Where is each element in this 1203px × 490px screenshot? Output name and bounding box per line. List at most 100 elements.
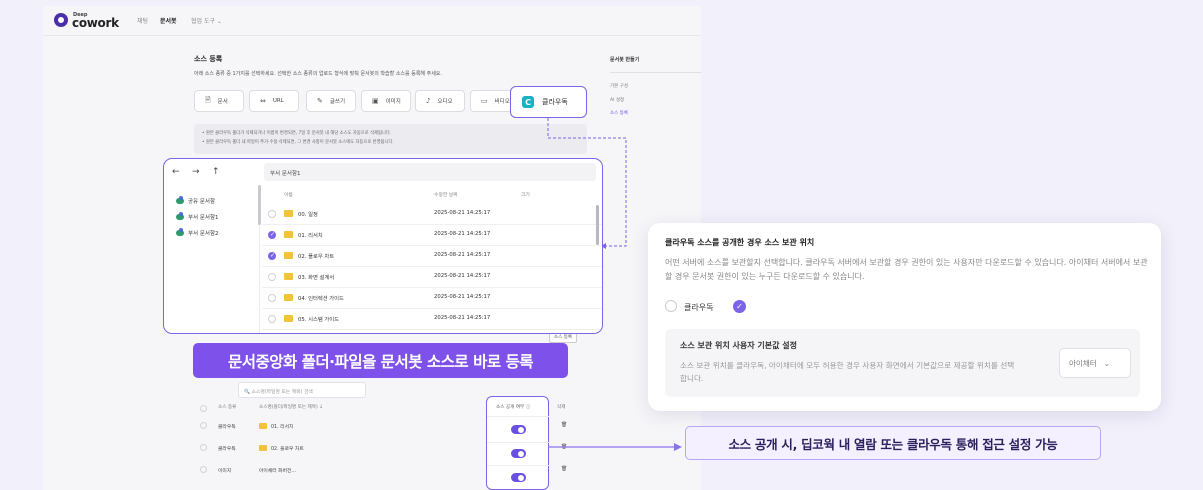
row-checkbox[interactable] [200,422,207,429]
row-checkbox[interactable] [268,294,276,302]
file-row[interactable]: 02. 플로우 차트 2025-08-21 14:25:17 [262,246,602,267]
drive-icon [176,196,184,204]
source-type-label: 문서 [217,99,228,105]
source-type-document-button[interactable]: 🗎 문서 [194,90,244,112]
drive-icon [176,228,184,236]
file-name: 03. 화면 설계서 [298,275,335,281]
row-checkbox[interactable] [200,444,207,451]
cloudoc-label: 클라우독 [542,98,568,106]
default-setting-box: 소스 보관 위치 사용자 기본값 설정 소스 보관 위치를 클라우독, 아이채터… [665,329,1140,397]
folder-icon [284,252,293,259]
source-type-writing-button[interactable]: ✎ 글쓰기 [306,90,356,112]
step-ai-settings[interactable]: AI 설정 [610,97,624,103]
folder-icon [284,315,293,322]
source-type-label: 글쓰기 [329,99,346,105]
row-source-type: 클라우독 [218,447,236,452]
select-all-checkbox[interactable] [200,405,207,412]
notice-box: • 원본 클라우독 폴더가 삭제되거나 이름이 변경되면, 7일 후 문서봇 내… [194,124,587,154]
notice-line: • 원본 클라우독 폴더 내 파일이 추가·수정·삭제되면, 그 변경 사항이 … [202,140,394,145]
source-type-audio-button[interactable]: ♪ 오디오 [415,90,465,112]
file-row[interactable]: 03. 화면 설계서 2025-08-21 14:25:17 [262,267,602,288]
default-location-select[interactable]: 아이채터 ⌄ [1059,348,1131,378]
row-source-name: 01. 리서치 [271,425,294,430]
sidebar-item-label: 공유 문서함 [188,199,216,205]
source-search-input[interactable]: 🔍 소스명(파일명 또는 제목) 검색 [238,382,366,398]
file-name: 00. 일정 [298,212,318,218]
nav-collab-tools[interactable]: 협업 도구 ⌄ [191,16,222,25]
top-bar: Deep cowork 채팅 문서봇 협업 도구 ⌄ [43,6,701,36]
back-arrow-icon[interactable]: ← [172,167,180,177]
page-title: 소스 등록 [194,55,223,63]
file-date: 2025-08-21 14:25:17 [434,315,491,321]
public-toggle[interactable] [511,473,526,482]
file-name: 01. 리서치 [298,233,323,239]
sidebar-item-dept1[interactable]: 부서 문서함1 [176,212,219,221]
file-name: 05. 시스템 가이드 [298,317,340,323]
folder-icon [284,231,293,238]
file-row[interactable]: 01. 리서치 2025-08-21 14:25:17 [262,225,602,246]
trash-icon[interactable]: 🗑 [561,422,567,428]
col-modified[interactable]: 수정한 날짜 [434,191,458,198]
file-row[interactable]: 00. 일정 2025-08-21 14:25:17 [262,204,602,225]
row-checkbox[interactable] [268,273,276,281]
forward-arrow-icon[interactable]: → [192,167,200,177]
storage-radio[interactable] [665,300,677,312]
image-icon: ▣ [372,97,379,105]
connector-arrow [548,443,682,451]
row-checkbox[interactable] [200,466,207,473]
col-name[interactable]: 이름 [284,191,293,198]
folder-icon [259,445,267,451]
divider [610,72,701,73]
row-checkbox[interactable] [268,231,276,239]
source-type-label: 오디오 [437,99,453,105]
card-description: 어떤 서버에 소스를 보관할지 선택합니다. 클라우독 서버에서 보관할 경우 … [665,258,1148,281]
public-toggle-column: 소스 공개 여부 ⓘ [486,396,550,490]
path-bar[interactable]: 부서 문서함1 [264,163,596,181]
cloudoc-source-callout[interactable]: C 클라우독 [510,86,587,118]
col-source-type: 소스 종류 [218,405,237,410]
up-arrow-icon[interactable]: ↑ [212,167,220,177]
folder-icon [284,273,293,280]
public-toggle[interactable] [511,425,526,434]
source-type-image-button[interactable]: ▣ 이미지 [361,90,411,112]
default-setting-description: 소스 보관 위치를 클라우독, 아이채터에 모두 허용한 경우 사용자 화면에서… [680,361,1015,383]
step-basic[interactable]: 기본 구성 [610,83,628,89]
trash-icon[interactable]: 🗑 [561,466,567,472]
sidebar-item-label: 부서 문서함2 [188,231,219,237]
sidebar-scrollbar[interactable] [258,185,261,225]
source-register-button[interactable]: 소스 등록 [549,333,577,343]
sidebar-item-dept2[interactable]: 부서 문서함2 [176,228,219,237]
nav-chat[interactable]: 채팅 [137,16,148,25]
col-size[interactable]: 크기 [521,191,530,198]
file-row[interactable]: 05. 시스템 가이드 2025-08-21 14:25:17 [262,309,602,330]
row-source-name: 아이채터 화버전... [259,469,296,474]
col-public: 소스 공개 여부 ⓘ [496,405,531,410]
row-checkbox[interactable] [268,315,276,323]
nav-docbot[interactable]: 문서봇 [160,16,177,25]
page-description: 아래 소스 종류 중 1가지를 선택하세요. 선택한 소스 종류의 업로드 형식… [194,71,442,77]
file-list-scrollbar[interactable] [596,205,599,245]
drive-icon [176,212,184,220]
checked-icon[interactable]: ✓ [733,300,746,313]
source-type-url-button[interactable]: ⇔ URL [249,90,299,112]
file-date: 2025-08-21 14:25:17 [434,210,491,216]
file-name: 04. 인터렉션 가이드 [298,296,344,302]
public-toggle[interactable] [511,449,526,458]
col-source-name[interactable]: 소스명(폴더/파일명 또는 제목) ↓ [259,404,323,410]
document-icon: 🗎 [205,95,211,104]
search-placeholder: 소스명(파일명 또는 제목) 검색 [251,390,313,395]
sidebar-item-shared[interactable]: 공유 문서함 [176,196,216,205]
row-checkbox[interactable] [268,210,276,218]
pencil-icon: ✎ [317,97,323,105]
source-type-label: URL [272,98,284,104]
col-delete: 삭제 [557,405,566,410]
divider [487,465,550,466]
row-checkbox[interactable] [268,252,276,260]
file-row[interactable]: 04. 인터렉션 가이드 2025-08-21 14:25:17 [262,288,602,309]
file-date: 2025-08-21 14:25:17 [434,231,491,237]
file-picker-sidebar: 공유 문서함 부서 문서함1 부서 문서함2 [164,185,260,333]
video-icon: ▭ [481,97,488,105]
storage-radio-label: 클라우독 [684,303,714,312]
cloudoc-logo-icon: C [522,96,534,108]
storage-settings-card: 클라우독 소스를 공개한 경우 소스 보관 위치 어떤 서버에 소스를 보관할지… [648,223,1161,411]
